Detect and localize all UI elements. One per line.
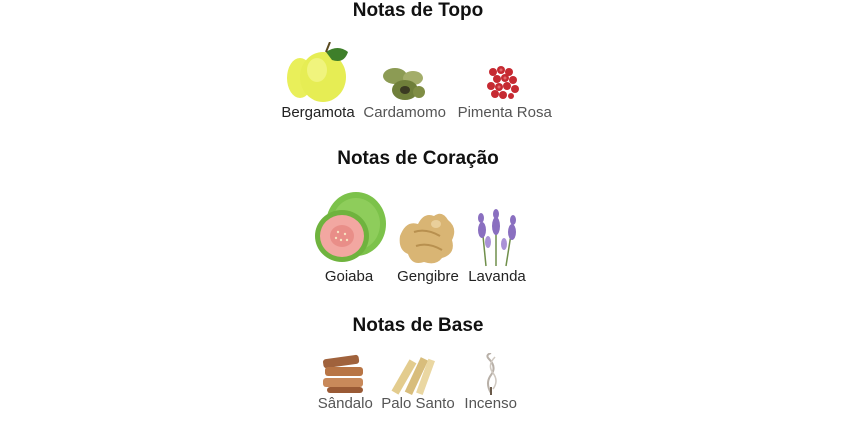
bergamot-icon xyxy=(286,42,350,104)
sandalwood-icon xyxy=(315,353,375,395)
note-label: Gengibre xyxy=(397,268,459,285)
note-incenso: Incenso xyxy=(461,353,521,413)
note-label: Sândalo xyxy=(317,395,373,412)
section-title: Notas de Topo xyxy=(352,0,484,21)
note-sandalo: Sândalo xyxy=(315,353,375,413)
ginger-icon xyxy=(396,206,460,268)
note-cardamomo: Cardamomo xyxy=(361,64,449,122)
guava-icon xyxy=(308,190,390,268)
cardamom-icon xyxy=(361,64,449,104)
section-base-notes: Notas de Base Sândalo Palo Santo Incenso xyxy=(0,315,836,413)
note-label: Pimenta Rosa xyxy=(457,104,552,121)
note-label: Palo Santo xyxy=(381,395,455,412)
note-label: Lavanda xyxy=(468,268,526,285)
note-goiaba: Goiaba xyxy=(308,190,390,286)
note-gengibre: Gengibre xyxy=(396,206,460,286)
note-bergamota: Bergamota xyxy=(281,42,355,122)
note-label: Bergamota xyxy=(281,104,355,121)
lavender-icon xyxy=(466,206,528,268)
section-top-notes: Notas de Topo Bergamota Cardamomo Piment… xyxy=(0,0,836,122)
pink-pepper-icon xyxy=(455,64,555,104)
note-palo-santo: Palo Santo xyxy=(381,353,455,413)
note-label: Incenso xyxy=(464,395,517,412)
note-label: Goiaba xyxy=(324,268,374,285)
section-title: Notas de Coração xyxy=(337,148,499,169)
incense-icon xyxy=(461,353,521,395)
section-heart-notes: Notas de Coração Goiaba Gengibre Lavanda xyxy=(0,148,836,286)
palo-santo-icon xyxy=(382,353,454,395)
section-title: Notas de Base xyxy=(352,315,484,336)
note-lavanda: Lavanda xyxy=(466,206,528,286)
note-label: Cardamomo xyxy=(363,104,446,121)
note-pimenta-rosa: Pimenta Rosa xyxy=(455,64,555,122)
